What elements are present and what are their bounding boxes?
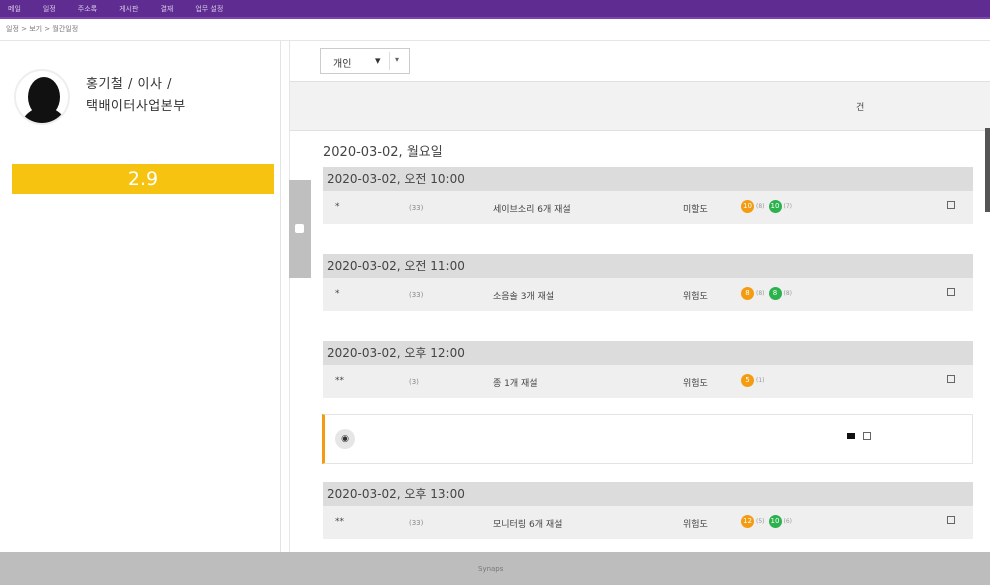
schedule-group: 2020-03-02, 오후 12:00 ** (3) 종 1개 재설 위험도 … bbox=[323, 341, 973, 398]
top-accent-line bbox=[0, 17, 990, 19]
row-title[interactable]: 모니터링 6개 재설 bbox=[493, 517, 562, 530]
orange-badge: 8 bbox=[741, 287, 754, 300]
header-count-label: 건 bbox=[856, 103, 865, 113]
group-time-header: 2020-03-02, 오후 12:00 bbox=[323, 341, 973, 365]
menu-item-approval[interactable]: 결재 bbox=[160, 4, 173, 14]
schedule-row[interactable]: * (33) 소음솔 3개 재설 위험도 8 (8) 8 (8) bbox=[323, 278, 973, 311]
breadcrumb[interactable]: 일정 > 보기 > 월간일정 bbox=[6, 24, 78, 34]
row-status: 위험도 bbox=[683, 520, 708, 530]
top-menu-bar: 메일 일정 주소록 게시판 결재 업무 설정 bbox=[0, 0, 990, 17]
row-mark: ** bbox=[335, 517, 344, 527]
badge-count: (1) bbox=[756, 377, 765, 384]
badge-count: (7) bbox=[783, 203, 793, 210]
menu-item-board[interactable]: 게시판 bbox=[119, 4, 138, 14]
panel-toggle-button[interactable] bbox=[289, 180, 311, 278]
user-name: 홍기철 / 이사 / bbox=[86, 77, 172, 92]
menu-item-calendar[interactable]: 일정 bbox=[43, 4, 56, 14]
green-badge: 8 bbox=[768, 287, 782, 300]
schedule-row[interactable]: ** (33) 모니터링 6개 재설 위험도 12 (5) 10 (6) bbox=[323, 506, 973, 539]
schedule-group: 2020-03-02, 오전 11:00 * (33) 소음솔 3개 재설 위험… bbox=[323, 254, 973, 311]
orange-badge: 5 bbox=[741, 374, 754, 387]
badge-count: (6) bbox=[783, 518, 793, 525]
row-code: (3) bbox=[409, 378, 419, 386]
row-status: 위험도 bbox=[683, 292, 708, 302]
row-title[interactable]: 소음솔 3개 재설 bbox=[493, 289, 554, 302]
badge-count: (8) bbox=[783, 290, 793, 297]
dropdown-arrow-icon[interactable]: ▾ bbox=[395, 55, 399, 64]
orange-badge: 10 bbox=[741, 200, 754, 213]
badge-count: (8) bbox=[756, 203, 765, 210]
selected-event-note[interactable]: ◉ bbox=[322, 414, 973, 464]
score-badge: 2.9 bbox=[12, 164, 274, 194]
user-department: 택배이터사업본부 bbox=[86, 99, 186, 114]
avatar bbox=[14, 69, 70, 125]
edit-icon[interactable] bbox=[947, 516, 955, 524]
edit-icon[interactable] bbox=[863, 432, 871, 440]
edit-icon[interactable] bbox=[947, 288, 955, 296]
row-badges: 12 (5) 10 (6) bbox=[741, 515, 794, 528]
schedule-group: 2020-03-02, 오전 10:00 * (33) 세이브소리 6개 재설 … bbox=[323, 167, 973, 224]
row-mark: * bbox=[335, 202, 340, 212]
scrollbar-thumb[interactable] bbox=[985, 128, 990, 212]
note-nav-icon[interactable]: ◉ bbox=[335, 429, 355, 449]
badge-count: (8) bbox=[756, 290, 765, 297]
footer-text: Synaps bbox=[478, 565, 504, 573]
schedule-row[interactable]: ** (3) 종 1개 재설 위험도 5 (1) bbox=[323, 365, 973, 398]
orange-badge: 12 bbox=[741, 515, 754, 528]
green-badge: 10 bbox=[768, 200, 782, 213]
header-bar: 건 bbox=[290, 81, 990, 131]
row-mark: ** bbox=[335, 376, 344, 386]
square-icon bbox=[847, 433, 855, 439]
group-time-header: 2020-03-02, 오전 10:00 bbox=[323, 167, 973, 191]
green-badge: 10 bbox=[768, 515, 782, 528]
group-time-header: 2020-03-02, 오전 11:00 bbox=[323, 254, 973, 278]
row-status: 위험도 bbox=[683, 379, 708, 389]
menu-item-mail[interactable]: 메일 bbox=[8, 4, 21, 14]
toggle-icon bbox=[295, 224, 304, 233]
row-mark: * bbox=[335, 289, 340, 299]
row-code: (33) bbox=[409, 204, 424, 212]
row-badges: 10 (8) 10 (7) bbox=[741, 200, 794, 213]
schedule-row[interactable]: * (33) 세이브소리 6개 재설 미할도 10 (8) 10 (7) bbox=[323, 191, 973, 224]
profile-panel: 홍기철 / 이사 / 택배이터사업본부 2.9 bbox=[0, 41, 281, 552]
row-status: 미할도 bbox=[683, 205, 708, 215]
filter-select[interactable]: 개인 ▾ ▾ bbox=[320, 48, 410, 74]
edit-icon[interactable] bbox=[947, 375, 955, 383]
row-code: (33) bbox=[409, 519, 424, 527]
row-badges: 8 (8) 8 (8) bbox=[741, 287, 794, 300]
filter-label: 개인 bbox=[333, 59, 352, 70]
badge-count: (5) bbox=[756, 518, 765, 525]
row-badges: 5 (1) bbox=[741, 374, 767, 387]
schedule-group: 2020-03-02, 오후 13:00 ** (33) 모니터링 6개 재설 … bbox=[323, 482, 973, 539]
filter-icon[interactable]: ▾ bbox=[375, 54, 381, 67]
row-title[interactable]: 세이브소리 6개 재설 bbox=[493, 202, 571, 215]
filter-separator bbox=[389, 52, 390, 70]
day-heading: 2020-03-02, 월요일 bbox=[323, 145, 443, 160]
group-time-header: 2020-03-02, 오후 13:00 bbox=[323, 482, 973, 506]
row-title[interactable]: 종 1개 재설 bbox=[493, 376, 538, 389]
footer-bar: Synaps bbox=[0, 552, 990, 585]
edit-icon[interactable] bbox=[947, 201, 955, 209]
avatar-body-icon bbox=[20, 107, 68, 123]
row-code: (33) bbox=[409, 291, 424, 299]
menu-item-contacts[interactable]: 주소록 bbox=[78, 4, 97, 14]
menu-item-settings[interactable]: 업무 설정 bbox=[195, 4, 223, 14]
